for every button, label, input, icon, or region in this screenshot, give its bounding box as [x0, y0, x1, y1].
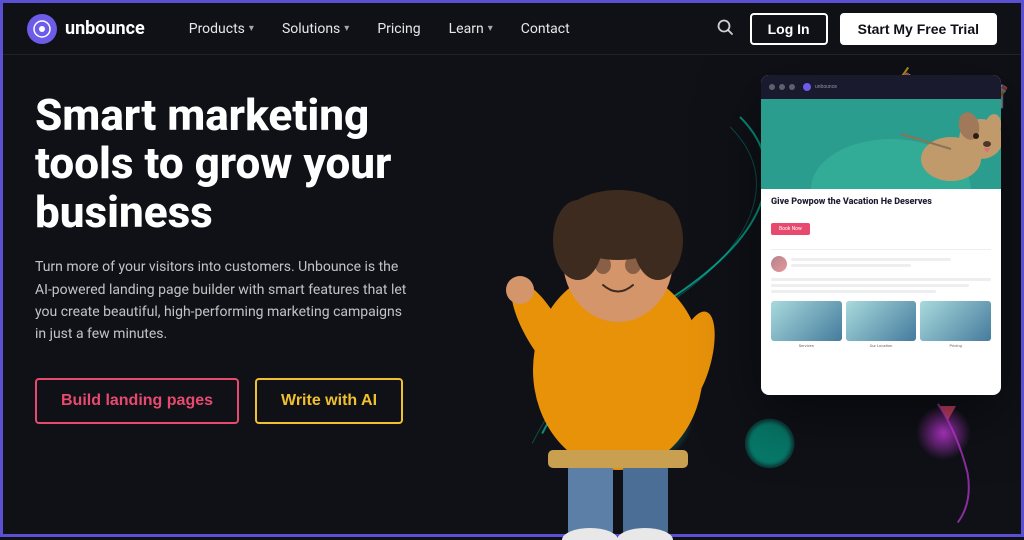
triangle-decoration [940, 406, 956, 420]
mockup-grid-label-3: Pricing [920, 343, 991, 348]
hero-headline: Smart marketing tools to grow your busin… [35, 91, 435, 236]
mockup-page-title: Give Powpow the Vacation He Deserves [771, 197, 991, 209]
hero-person-image [463, 120, 793, 540]
mockup-avatar [771, 256, 787, 272]
mockup-grid-item-3 [920, 301, 991, 341]
mockup-hero-image [761, 99, 1001, 189]
logo-icon [27, 14, 57, 44]
browser-dot-yellow [779, 84, 785, 90]
logo-text: unbounce [65, 18, 145, 39]
build-pages-button[interactable]: Build landing pages [35, 378, 239, 424]
hero-subtext: Turn more of your visitors into customer… [35, 256, 415, 346]
mockup-header: unbounce [761, 75, 1001, 99]
hero-section: Smart marketing tools to grow your busin… [3, 55, 1021, 540]
nav-links: Products ▾ Solutions ▾ Pricing Learn ▾ C… [177, 15, 712, 43]
nav-item-learn[interactable]: Learn ▾ [437, 15, 505, 43]
logo[interactable]: unbounce [27, 14, 145, 44]
chevron-down-icon: ▾ [488, 23, 493, 34]
write-ai-button[interactable]: Write with AI [255, 378, 403, 424]
mockup-divider [771, 249, 991, 250]
mockup-text-line [791, 258, 951, 261]
mockup-text-line [771, 290, 936, 293]
mockup-grid-label-2: Our Location [846, 343, 917, 348]
mockup-grid-label-1: Services [771, 343, 842, 348]
hero-visual: unbounce [463, 55, 1021, 540]
mockup-grid-item-1 [771, 301, 842, 341]
hero-buttons: Build landing pages Write with AI [35, 378, 435, 424]
mockup-avatar-row [771, 256, 991, 272]
mockup-grid-item-2 [846, 301, 917, 341]
nav-right: Log In Start My Free Trial [712, 13, 997, 45]
hero-content: Smart marketing tools to grow your busin… [3, 55, 463, 540]
browser-dot-red [769, 84, 775, 90]
chevron-down-icon: ▾ [344, 23, 349, 34]
mockup-content: Give Powpow the Vacation He Deserves Boo… [761, 189, 1001, 356]
mockup-logo-bar: unbounce [803, 83, 837, 91]
nav-item-products[interactable]: Products ▾ [177, 15, 266, 43]
mockup-logo-circle [803, 83, 811, 91]
mockup-nav-text: unbounce [815, 84, 837, 90]
nav-item-solutions[interactable]: Solutions ▾ [270, 15, 361, 43]
chevron-down-icon: ▾ [249, 23, 254, 34]
mockup-text-line [791, 264, 911, 267]
navigation: unbounce Products ▾ Solutions ▾ Pricing … [3, 3, 1021, 55]
nav-item-pricing[interactable]: Pricing [365, 15, 432, 43]
trial-button[interactable]: Start My Free Trial [840, 13, 997, 45]
mockup-text-line [771, 284, 969, 287]
nav-item-contact[interactable]: Contact [509, 15, 582, 43]
browser-dot-green [789, 84, 795, 90]
login-button[interactable]: Log In [750, 13, 828, 45]
mockup-services-grid: Services Our Location Pricing [771, 301, 991, 348]
search-icon[interactable] [712, 14, 738, 44]
landing-page-mockup: unbounce [761, 75, 1001, 395]
mockup-cta-button: Book Now [771, 223, 810, 235]
mockup-text-line [771, 278, 991, 281]
